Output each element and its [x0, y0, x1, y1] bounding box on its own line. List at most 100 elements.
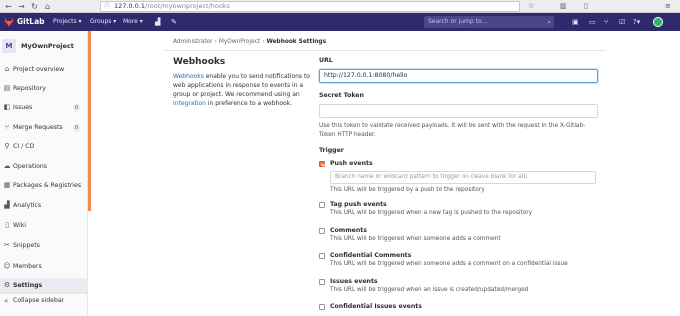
sidebar-item-merge-requests[interactable]: ⑂ Merge Requests 0 [0, 120, 88, 136]
new-item-icon[interactable]: ▣ [572, 13, 579, 31]
breadcrumb-administrator[interactable]: Administrator [173, 39, 213, 45]
forward-icon[interactable]: → [16, 1, 27, 12]
project-sidebar: M MyOwnProject ⌂ Project overview ▤ Repo… [0, 31, 88, 316]
merge-requests-icon[interactable]: ⑂ [604, 13, 608, 31]
sidebar-item-label: Packages & Registries [13, 182, 82, 189]
webhooks-docs-link[interactable]: Webhooks [173, 73, 204, 80]
breadcrumb-project[interactable]: MyOwnProject [219, 39, 260, 45]
trigger-tag-push-events: Tag push events This URL will be trigger… [319, 201, 599, 219]
confidential-comments-checkbox[interactable] [319, 253, 325, 259]
secret-token-input[interactable] [319, 104, 598, 118]
sidebar-item-repository[interactable]: ▤ Repository [0, 81, 88, 97]
bookmark-icon[interactable]: ☆ [528, 1, 534, 12]
sidebar-item-project-overview[interactable]: ⌂ Project overview [0, 62, 88, 78]
sidebar-item-packages-registries[interactable]: ▦ Packages & Registries [0, 178, 88, 194]
more-menu[interactable]: More ▾ [123, 13, 143, 31]
confidential-issues-events-checkbox[interactable] [319, 304, 325, 310]
sidebar-item-analytics[interactable]: ▟ Analytics [0, 198, 88, 214]
sidebar-item-wiki[interactable]: ▯ Wiki [0, 218, 88, 234]
project-name: MyOwnProject [21, 42, 74, 50]
double-chevron-left-icon: « [4, 297, 9, 305]
sidebar-item-label: Members [13, 263, 42, 270]
browser-toolbar: ← → ↻ ⌂ ⓘ 127.0.0.1/root/myownproject/ho… [0, 0, 680, 13]
breadcrumb-current[interactable]: Webhook Settings [266, 39, 326, 45]
scissors-icon: ✂ [4, 241, 10, 249]
trigger-description: This URL will be triggered when an issue… [330, 287, 529, 293]
issues-count-badge: 0 [72, 104, 80, 112]
issues-events-checkbox[interactable] [319, 279, 325, 285]
sidebar-item-label: CI / CD [13, 143, 35, 150]
admin-wrench-icon[interactable]: ✎ [171, 13, 177, 31]
trigger-description: This URL will be triggered when someone … [330, 236, 501, 242]
help-icon[interactable]: ?▾ [633, 13, 640, 31]
integration-link[interactable]: integration [173, 100, 206, 107]
secret-token-help: Use this token to validate received payl… [319, 123, 586, 138]
trigger-confidential-issues-events: Confidential Issues events [319, 303, 599, 313]
gear-icon: ⚙ [3, 281, 11, 289]
gitlab-logo-icon[interactable] [4, 17, 14, 27]
sidebar-item-label: Snippets [13, 242, 40, 249]
url-input[interactable]: http://127.0.0.1:8080/hello [319, 69, 598, 83]
address-text: 127.0.0.1/root/myownproject/hooks [114, 2, 230, 10]
reload-icon[interactable]: ↻ [29, 1, 40, 12]
book-icon: ▤ [3, 84, 11, 92]
projects-menu[interactable]: Projects ▾ [53, 13, 82, 31]
search-input[interactable]: Search or jump to... ⌕ [424, 16, 554, 28]
groups-menu[interactable]: Groups ▾ [90, 13, 116, 31]
issues-icon: ◧ [3, 103, 11, 111]
trigger-description: This URL will be triggered when a new ta… [330, 210, 533, 216]
secret-token-label: Secret Token [319, 92, 364, 99]
sidebar-item-operations[interactable]: ☁ Operations [0, 159, 88, 175]
comments-checkbox[interactable] [319, 228, 325, 234]
trigger-push-events: Push events Branch name or wildcard patt… [319, 160, 599, 195]
trigger-name: Confidential Issues events [330, 303, 422, 310]
gitlab-navbar: GitLab Projects ▾ Groups ▾ More ▾ ▟ ✎ Se… [0, 13, 680, 31]
sidebar-item-label: Analytics [13, 202, 42, 209]
sidebar-item-label: Merge Requests [13, 124, 63, 131]
page-title: Webhooks [173, 57, 226, 67]
hamburger-icon[interactable]: ≡ [665, 1, 671, 12]
trigger-comments: Comments This URL will be triggered when… [319, 227, 599, 245]
sidebar-toggle-icon[interactable]: ▯ [584, 1, 588, 12]
push-events-checkbox[interactable] [319, 161, 325, 167]
users-icon: ☺ [3, 262, 11, 270]
package-icon: ▦ [3, 181, 11, 189]
issues-shortcut-icon[interactable]: ▭ [589, 13, 596, 31]
home-icon[interactable]: ⌂ [42, 1, 53, 12]
home-icon: ⌂ [4, 65, 10, 73]
page-info-icon[interactable]: ⓘ [104, 2, 110, 11]
trigger-confidential-comments: Confidential Comments This URL will be t… [319, 252, 599, 270]
library-icon[interactable]: ▥ [560, 1, 567, 12]
trigger-name: Comments [330, 227, 367, 234]
sidebar-item-members[interactable]: ☺ Members [0, 259, 88, 275]
search-icon: ⌕ [547, 18, 551, 26]
sidebar-item-snippets[interactable]: ✂ Snippets [0, 238, 88, 254]
sidebar-item-ci-cd[interactable]: ⚲ CI / CD [0, 139, 88, 155]
trigger-name: Push events [330, 160, 373, 167]
sidebar-scroll-accent [88, 31, 91, 211]
collapse-sidebar-label: Collapse sidebar [13, 297, 65, 304]
trigger-description: This URL will be triggered by a push to … [330, 187, 485, 193]
back-icon[interactable]: ← [3, 1, 14, 12]
user-avatar[interactable] [653, 17, 663, 27]
webhooks-intro: Webhooks Webhooks enable you to send not… [173, 57, 313, 108]
merge-requests-count-badge: 0 [72, 124, 80, 132]
activity-chart-icon[interactable]: ▟ [155, 13, 160, 31]
rocket-icon: ⚲ [4, 142, 10, 150]
wiki-icon: ▯ [5, 221, 9, 229]
trigger-description: This URL will be triggered when someone … [330, 261, 568, 267]
sidebar-item-issues[interactable]: ◧ Issues 0 [0, 100, 88, 116]
todos-icon[interactable]: ☑ [619, 13, 625, 31]
address-bar[interactable]: ⓘ 127.0.0.1/root/myownproject/hooks [100, 1, 520, 12]
collapse-sidebar-button[interactable]: « Collapse sidebar [0, 292, 88, 308]
tag-push-events-checkbox[interactable] [319, 202, 325, 208]
sidebar-item-label: Wiki [13, 222, 27, 229]
sidebar-project-header[interactable]: M MyOwnProject [0, 36, 88, 56]
merge-icon: ⑂ [4, 123, 10, 131]
cloud-icon: ☁ [3, 162, 11, 170]
trigger-issues-events: Issues events This URL will be triggered… [319, 278, 599, 296]
trigger-name: Confidential Comments [330, 252, 412, 259]
brand-title[interactable]: GitLab [17, 13, 45, 31]
branch-filter-input[interactable]: Branch name or wildcard pattern to trigg… [330, 171, 596, 184]
trigger-name: Issues events [330, 278, 378, 285]
